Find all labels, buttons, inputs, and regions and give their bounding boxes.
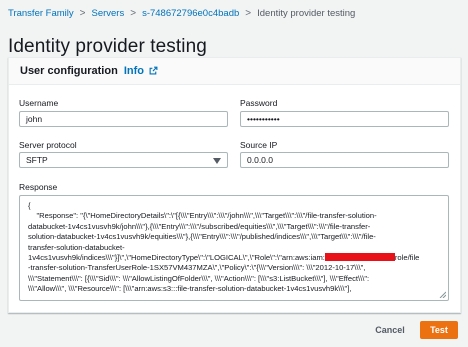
response-text: { "Response": "{\"HomeDirectoryDetails\"…: [20, 196, 448, 295]
chevron-down-icon: [213, 158, 221, 164]
password-field[interactable]: •••••••••••: [240, 111, 449, 127]
response-line: "Response": "{\"HomeDirectoryDetails\":\…: [28, 211, 377, 221]
username-label: Username: [19, 98, 59, 108]
server-protocol-value: SFTP: [26, 155, 48, 165]
response-line: role/file: [394, 253, 420, 263]
resize-handle-icon[interactable]: [439, 291, 446, 298]
page-title: Identity provider testing: [8, 35, 207, 57]
response-line: 1v4cs1vusvh9k/indices\\\"}]\",\"HomeDire…: [28, 253, 325, 263]
response-line: {: [28, 201, 31, 210]
panel-header: User configuration Info: [9, 58, 460, 85]
user-configuration-panel: User configuration Info Username john Pa…: [8, 57, 461, 313]
server-protocol-select[interactable]: SFTP: [19, 152, 228, 168]
breadcrumb-separator: >: [79, 7, 86, 19]
external-link-icon: [149, 66, 158, 75]
response-line: \\\"Statement\\\": [{\\\"Sid\\\": \\\"Al…: [28, 273, 370, 283]
server-protocol-label: Server protocol: [19, 140, 77, 150]
info-link-label: Info: [123, 65, 145, 77]
cancel-button[interactable]: Cancel: [366, 321, 414, 339]
source-ip-label: Source IP: [240, 140, 278, 150]
username-field[interactable]: john: [19, 111, 228, 127]
test-button[interactable]: Test: [420, 321, 458, 339]
panel-title: User configuration Info: [20, 65, 158, 77]
response-line: databucket-1v4cs1vusvh9k/john\\\"},{\\\"…: [28, 221, 371, 231]
response-label: Response: [19, 182, 58, 192]
breadcrumb-separator: >: [245, 7, 252, 19]
breadcrumb-current: Identity provider testing: [257, 7, 356, 19]
breadcrumb-transfer-family[interactable]: Transfer Family: [8, 8, 74, 19]
source-ip-field[interactable]: 0.0.0.0: [240, 152, 449, 168]
response-line: transfer-solution-databucket-: [28, 242, 125, 252]
response-line: \\\"Allow\\\", \\\"Resource\\\": [\\\"ar…: [28, 284, 352, 294]
breadcrumb-separator: >: [130, 7, 137, 19]
redaction-block: [324, 253, 395, 262]
breadcrumb-server-id[interactable]: s-748672796e0c4badb: [142, 8, 239, 19]
response-line: solution-databucket-1v4cs1vusvh9k/equiti…: [28, 232, 376, 242]
breadcrumb-servers[interactable]: Servers: [91, 8, 124, 19]
response-textarea[interactable]: { "Response": "{\"HomeDirectoryDetails\"…: [19, 195, 449, 301]
password-label: Password: [240, 98, 278, 108]
response-line: -transfer-solution-TransferUserRole-1SX5…: [28, 263, 366, 273]
info-link[interactable]: Info: [124, 65, 158, 77]
panel-title-text: User configuration: [20, 65, 118, 77]
breadcrumb: Transfer Family > Servers > s-748672796e…: [8, 6, 355, 20]
